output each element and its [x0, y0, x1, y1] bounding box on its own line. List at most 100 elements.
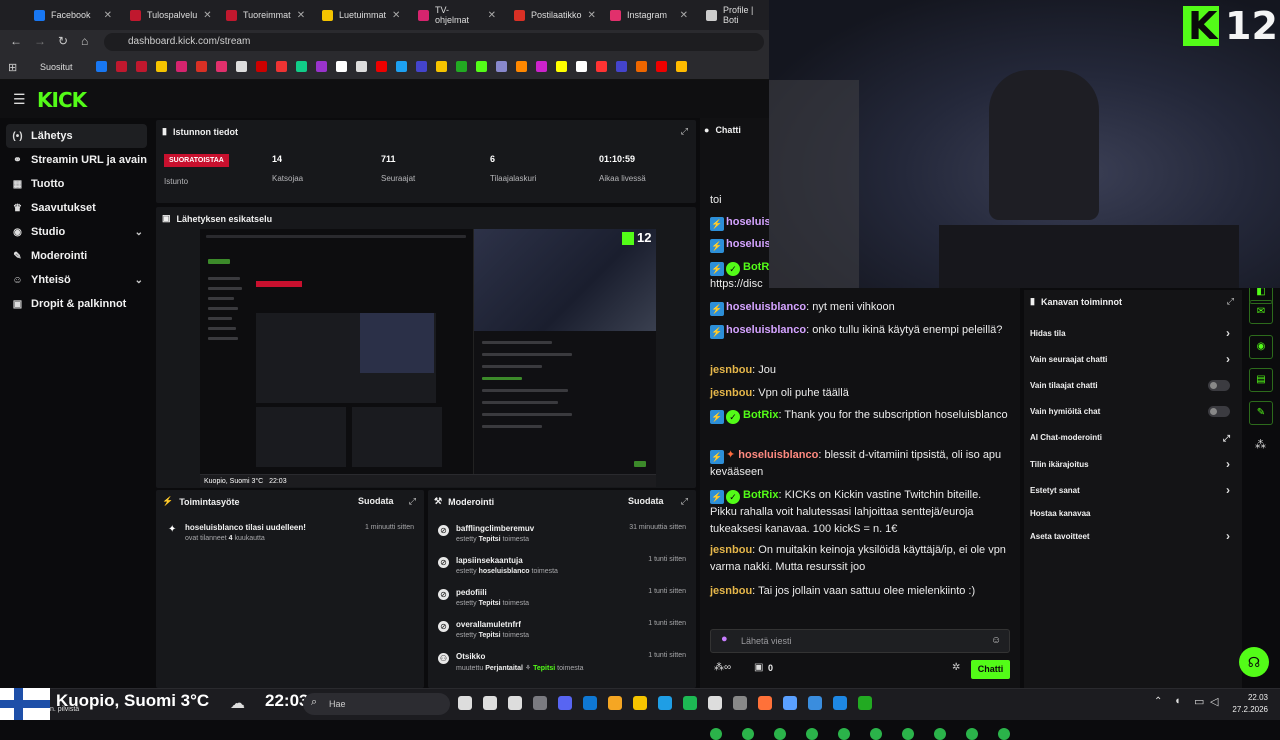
tray-chevron-icon[interactable]: ⌃	[1154, 696, 1162, 707]
broadcast-rail-icon[interactable]: ◉	[1249, 335, 1273, 359]
chat-username[interactable]: hoseluis	[726, 238, 771, 250]
bookmark-favicon-icon[interactable]	[136, 61, 147, 72]
home-icon[interactable]: ⌂	[81, 34, 88, 48]
emoji-icon[interactable]: ☺	[991, 635, 1001, 646]
taskbar-app-icon[interactable]	[483, 696, 497, 710]
chat-username[interactable]: hoseluisblanco	[726, 301, 806, 313]
wrench-rail-icon[interactable]: ✎	[1249, 401, 1273, 425]
browser-tab[interactable]: Luetuimmat ✕	[314, 4, 408, 26]
emote-icon[interactable]	[742, 728, 754, 740]
expand-icon[interactable]: ⤢	[1227, 296, 1234, 307]
close-tab-icon[interactable]: ✕	[104, 10, 112, 21]
sidebar-item-moderointi[interactable]: ✎ Moderointi	[6, 244, 147, 268]
taskbar-search[interactable]: Hae	[303, 693, 450, 715]
bookmark-favicon-icon[interactable]	[196, 61, 207, 72]
kick-logo[interactable]: KICK	[37, 88, 87, 112]
moderation-filter-button[interactable]: Suodata	[628, 496, 664, 506]
taskbar-app-icon[interactable]	[533, 696, 547, 710]
camera-rail-icon[interactable]: ▤	[1249, 368, 1273, 392]
emote-icon[interactable]	[966, 728, 978, 740]
bookmark-favicon-icon[interactable]	[276, 61, 287, 72]
browser-tab[interactable]: Postilaatikko ✕	[506, 4, 600, 26]
chat-username[interactable]: hoseluisblanco	[726, 324, 806, 336]
moderation-item-name[interactable]: Otsikko	[456, 652, 485, 661]
activity-filter-button[interactable]: Suodata	[358, 496, 394, 506]
toggle-switch[interactable]	[1208, 380, 1230, 391]
bookmark-favicon-icon[interactable]	[176, 61, 187, 72]
taskbar-app-icon[interactable]	[858, 696, 872, 710]
channel-action-vain-tilaajat-chatti[interactable]: Vain tilaajat chatti	[1030, 380, 1234, 393]
chat-username[interactable]: jesnbou	[710, 364, 752, 376]
bookmark-favicon-icon[interactable]	[556, 61, 567, 72]
url-input[interactable]: dashboard.kick.com/stream	[104, 33, 764, 51]
emote-icon[interactable]	[934, 728, 946, 740]
bookmark-favicon-icon[interactable]	[336, 61, 347, 72]
bookmark-favicon-icon[interactable]	[616, 61, 627, 72]
bookmark-favicon-icon[interactable]	[396, 61, 407, 72]
reload-icon[interactable]: ↻	[58, 34, 68, 48]
taskbar-app-icon[interactable]	[633, 696, 647, 710]
moderation-item-name[interactable]: overallamuletnfrf	[456, 620, 521, 629]
forward-icon[interactable]: →	[34, 34, 46, 48]
bookmark-favicon-icon[interactable]	[156, 61, 167, 72]
browser-tab[interactable]: Instagram ✕	[602, 4, 696, 26]
close-tab-icon[interactable]: ✕	[297, 10, 305, 21]
chat-username[interactable]: BotR	[743, 261, 769, 273]
chat-username[interactable]: BotRix	[743, 489, 778, 501]
bookmark-favicon-icon[interactable]	[96, 61, 107, 72]
taskbar-app-icon[interactable]	[683, 696, 697, 710]
channel-action-hostaa-kanavaa[interactable]: Hostaa kanavaa	[1030, 509, 1234, 521]
bookmark-favicon-icon[interactable]	[596, 61, 607, 72]
bookmark-favicon-icon[interactable]	[636, 61, 647, 72]
back-icon[interactable]: ←	[10, 34, 22, 48]
channel-action-estetyt-sanat[interactable]: Estetyt sanat ›	[1030, 483, 1234, 498]
sidebar-item-saavutukset[interactable]: ♛ Saavutukset	[6, 196, 147, 220]
gift-icon[interactable]: ▣	[754, 662, 763, 673]
chat-username[interactable]: jesnbou	[710, 585, 752, 597]
stream-preview-video[interactable]: 12 Kuopio, Suomi 3°C 22:03	[200, 229, 656, 487]
browser-tab[interactable]: Tulospalvelu ✕	[122, 4, 216, 26]
chat-username[interactable]: jesnbou	[710, 387, 752, 399]
expand-icon[interactable]: ⤢	[681, 496, 688, 507]
close-tab-icon[interactable]: ✕	[203, 10, 211, 21]
bookmark-favicon-icon[interactable]	[316, 61, 327, 72]
bookmark-favicon-icon[interactable]	[516, 61, 527, 72]
channel-action-aseta-tavoitteet[interactable]: Aseta tavoitteet ›	[1030, 529, 1234, 544]
bookmark-favicon-icon[interactable]	[456, 61, 467, 72]
taskbar-clock[interactable]: 22.03 27.2.2026	[1226, 692, 1268, 716]
close-tab-icon[interactable]: ✕	[588, 10, 596, 21]
kicks-icon[interactable]: ⁂∞	[714, 662, 731, 673]
chat-username[interactable]: jesnbou	[710, 544, 752, 556]
close-tab-icon[interactable]: ✕	[392, 10, 400, 21]
channel-action-tilin-ikärajoitus[interactable]: Tilin ikärajoitus ›	[1030, 457, 1234, 472]
taskbar-app-icon[interactable]	[708, 696, 722, 710]
taskbar-app-icon[interactable]	[733, 696, 747, 710]
channel-action-vain-seuraajat-chatti[interactable]: Vain seuraajat chatti ›	[1030, 352, 1234, 367]
channel-action-ai-chat-moderointi[interactable]: AI Chat-moderointi ⤢	[1030, 433, 1234, 445]
emote-icon[interactable]	[838, 728, 850, 740]
bookmark-favicon-icon[interactable]	[656, 61, 667, 72]
bookmark-favicon-icon[interactable]	[576, 61, 587, 72]
settings-icon[interactable]: ✲	[952, 662, 960, 673]
sidebar-item-studio[interactable]: ◉ Studio ⌄	[6, 220, 147, 244]
emote-icon[interactable]	[806, 728, 818, 740]
bookmark-favicon-icon[interactable]	[416, 61, 427, 72]
bookmark-favicon-icon[interactable]	[476, 61, 487, 72]
emote-icon[interactable]	[870, 728, 882, 740]
moderation-item-name[interactable]: bafflingclimberemuv	[456, 524, 534, 533]
close-tab-icon[interactable]: ✕	[488, 10, 496, 21]
bookmark-favicon-icon[interactable]	[436, 61, 447, 72]
chat-username[interactable]: hoseluis	[726, 216, 771, 228]
browser-tab[interactable]: Tuoreimmat ✕	[218, 4, 312, 26]
taskbar-app-icon[interactable]	[658, 696, 672, 710]
channel-action-hidas-tila[interactable]: Hidas tila ›	[1030, 326, 1234, 341]
expand-icon[interactable]: ⤢	[681, 126, 688, 137]
bookmark-favicon-icon[interactable]	[356, 61, 367, 72]
bookmark-favicon-icon[interactable]	[296, 61, 307, 72]
browser-tab[interactable]: Facebook ✕	[26, 4, 120, 26]
network-icon[interactable]: ▭	[1194, 695, 1204, 708]
emote-icon[interactable]	[902, 728, 914, 740]
bookmark-favicon-icon[interactable]	[376, 61, 387, 72]
taskbar-app-icon[interactable]	[558, 696, 572, 710]
bookmark-favicon-icon[interactable]	[676, 61, 687, 72]
